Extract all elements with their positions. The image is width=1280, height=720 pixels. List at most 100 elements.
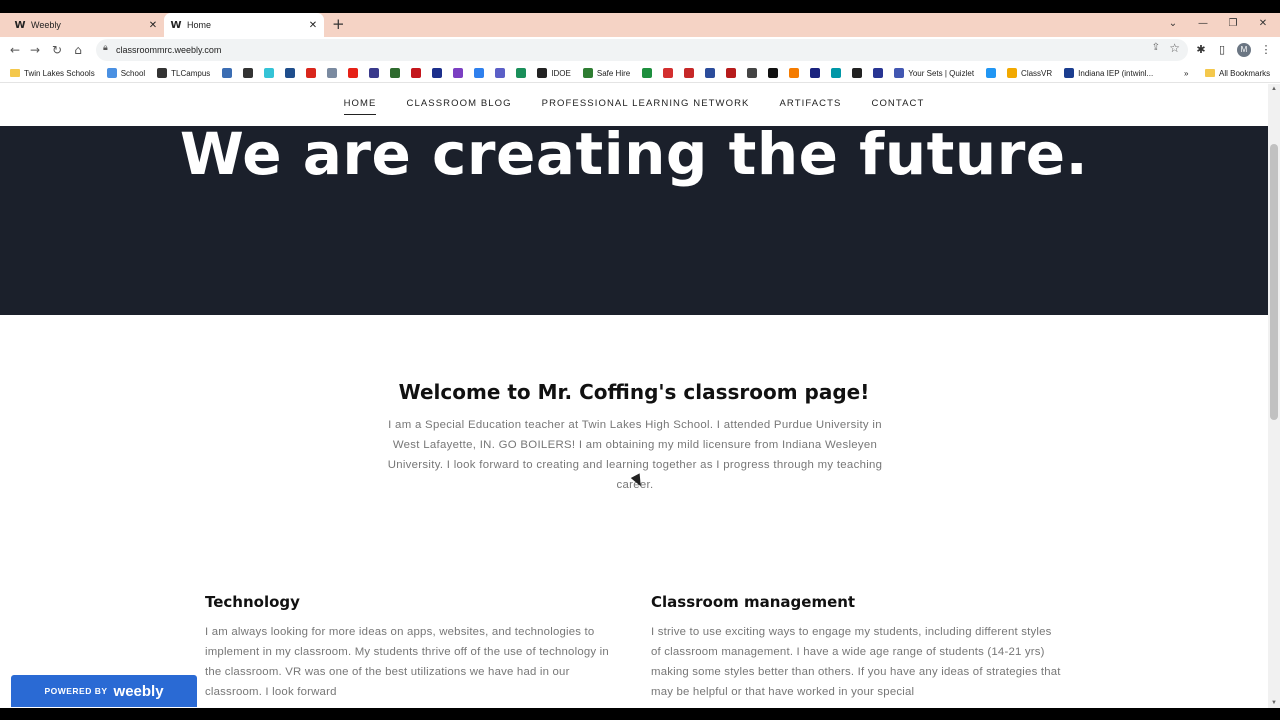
bookmark-item[interactable] [726, 66, 737, 80]
bookmark-item[interactable] [810, 66, 821, 80]
site-navigation: HOME CLASSROOM BLOG PROFESSIONAL LEARNIN… [0, 84, 1268, 126]
weebly-logo: weebly [113, 682, 164, 700]
bookmark-item[interactable] [642, 66, 653, 80]
bookmark-item[interactable]: ClassVR [1007, 66, 1052, 80]
tab-search-icon[interactable]: ⌄ [1158, 13, 1188, 37]
nav-professional-learning-network[interactable]: PROFESSIONAL LEARNING NETWORK [542, 98, 750, 113]
bookmark-item[interactable] [222, 66, 233, 80]
nav-home[interactable]: HOME [343, 98, 377, 115]
bookmark-item[interactable] [390, 66, 401, 80]
bookmark-item[interactable]: TLCampus [157, 66, 210, 80]
profile-avatar[interactable]: M [1237, 43, 1251, 57]
bookmark-item[interactable] [705, 66, 716, 80]
bookmark-item[interactable] [768, 66, 779, 80]
folder-icon [1205, 69, 1215, 77]
nav-classroom-blog[interactable]: CLASSROOM BLOG [406, 98, 511, 113]
bookmark-item[interactable] [453, 66, 464, 80]
bookmark-favicon-icon [1007, 68, 1018, 78]
all-bookmarks-label: All Bookmarks [1219, 68, 1271, 78]
bookmark-item[interactable] [747, 66, 758, 80]
bookmark-item[interactable]: School [106, 66, 145, 80]
bookmark-item[interactable]: Indiana IEP (intwinl... [1064, 66, 1153, 80]
tab-weebly[interactable]: W Weebly ✕ [8, 13, 164, 37]
tab-title: Weebly [31, 20, 61, 30]
web-page: HOME CLASSROOM BLOG PROFESSIONAL LEARNIN… [0, 84, 1268, 720]
lock-icon[interactable]: 🔒︎ [103, 43, 108, 53]
back-icon[interactable]: ← [6, 40, 24, 60]
powered-by-weebly-badge[interactable]: POWERED BY weebly [11, 675, 197, 707]
bookmark-favicon-icon [453, 68, 464, 78]
scroll-down-icon[interactable]: ▼ [1268, 700, 1280, 706]
bookmark-item[interactable]: Safe Hire [582, 66, 630, 80]
bookmark-label: ClassVR [1021, 68, 1053, 78]
browser-menu-icon[interactable]: ⋮ [1257, 40, 1275, 60]
url-text[interactable]: classroommrc.weebly.com [116, 39, 221, 61]
bookmark-item[interactable] [474, 66, 485, 80]
browser-tab-strip: W Weebly ✕ W Home ✕ + ⌄ — ❐ ✕ [0, 13, 1280, 37]
bookmark-item[interactable] [495, 66, 506, 80]
bookmark-label: TLCampus [171, 68, 211, 78]
bookmark-item[interactable] [327, 66, 338, 80]
bookmark-item[interactable] [831, 66, 842, 80]
bookmark-item[interactable] [789, 66, 800, 80]
share-icon[interactable]: ⇪ [1152, 42, 1160, 53]
bookmark-item[interactable] [348, 66, 359, 80]
page-scrollbar[interactable]: ▲ ▼ [1268, 84, 1280, 708]
bookmark-favicon-icon [726, 68, 737, 78]
bookmark-favicon-icon [705, 68, 716, 78]
bookmark-item[interactable]: IDOE [537, 66, 571, 80]
bookmark-label: IDOE [551, 68, 571, 78]
tab-close-icon[interactable]: ✕ [306, 20, 320, 31]
bookmark-favicon-icon [516, 68, 527, 78]
powered-by-label: POWERED BY [44, 686, 108, 696]
reload-icon[interactable]: ↻ [48, 40, 66, 60]
address-bar[interactable]: 🔒︎ classroommrc.weebly.com ⇪ ☆ [96, 39, 1188, 61]
bookmark-item[interactable] [285, 66, 296, 80]
hero-heading: We are creating the future. [179, 126, 1089, 188]
window-close-icon[interactable]: ✕ [1248, 13, 1278, 37]
tab-close-icon[interactable]: ✕ [146, 20, 160, 31]
bookmark-favicon-icon [684, 68, 695, 78]
bookmark-item[interactable] [243, 66, 254, 80]
scroll-up-icon[interactable]: ▲ [1268, 86, 1280, 92]
bookmark-favicon-icon [894, 68, 905, 78]
bookmark-favicon-icon [789, 68, 800, 78]
extensions-icon[interactable]: ✱ [1192, 40, 1210, 60]
bookmark-favicon-icon [1064, 68, 1075, 78]
bookmark-favicon-icon [411, 68, 422, 78]
bookmark-favicon-icon [663, 68, 674, 78]
bookmark-item[interactable] [684, 66, 695, 80]
bookmark-item[interactable] [306, 66, 317, 80]
bookmark-favicon-icon [537, 68, 548, 78]
scrollbar-thumb[interactable] [1270, 144, 1278, 420]
nav-contact[interactable]: CONTACT [871, 98, 924, 113]
new-tab-button[interactable]: + [332, 13, 345, 37]
bookmark-item[interactable]: Your Sets | Quizlet [894, 66, 974, 80]
bookmark-item[interactable] [264, 66, 275, 80]
bookmark-favicon-icon [327, 68, 338, 78]
bookmark-item[interactable] [986, 66, 997, 80]
forward-icon[interactable]: → [26, 40, 44, 60]
bookmark-favicon-icon [495, 68, 506, 78]
bookmark-favicon-icon [474, 68, 485, 78]
bookmark-item[interactable] [411, 66, 422, 80]
bookmark-item[interactable] [852, 66, 863, 80]
bookmark-item[interactable] [432, 66, 443, 80]
nav-artifacts[interactable]: ARTIFACTS [780, 98, 842, 113]
bookmark-item[interactable] [663, 66, 674, 80]
all-bookmarks-folder[interactable]: All Bookmarks [1205, 66, 1270, 80]
bookmark-item[interactable] [873, 66, 884, 80]
browser-toolbar: ← → ↻ ⌂ 🔒︎ classroommrc.weebly.com ⇪ ☆ ✱… [0, 37, 1280, 63]
technology-text: I am always looking for more ideas on ap… [205, 626, 609, 698]
bookmark-item[interactable] [516, 66, 527, 80]
bookmark-item[interactable] [369, 66, 380, 80]
restore-icon[interactable]: ❐ [1218, 13, 1248, 37]
home-icon[interactable]: ⌂ [69, 40, 87, 60]
minimize-icon[interactable]: — [1188, 13, 1218, 37]
bookmark-item[interactable]: Twin Lakes Schools [10, 66, 95, 80]
bookmark-favicon-icon [582, 68, 593, 78]
bookmark-star-icon[interactable]: ☆ [1169, 41, 1180, 55]
more-bookmarks-icon[interactable]: » [1184, 66, 1188, 80]
side-panel-icon[interactable]: ▯ [1213, 40, 1231, 60]
tab-home[interactable]: W Home ✕ [164, 13, 324, 37]
